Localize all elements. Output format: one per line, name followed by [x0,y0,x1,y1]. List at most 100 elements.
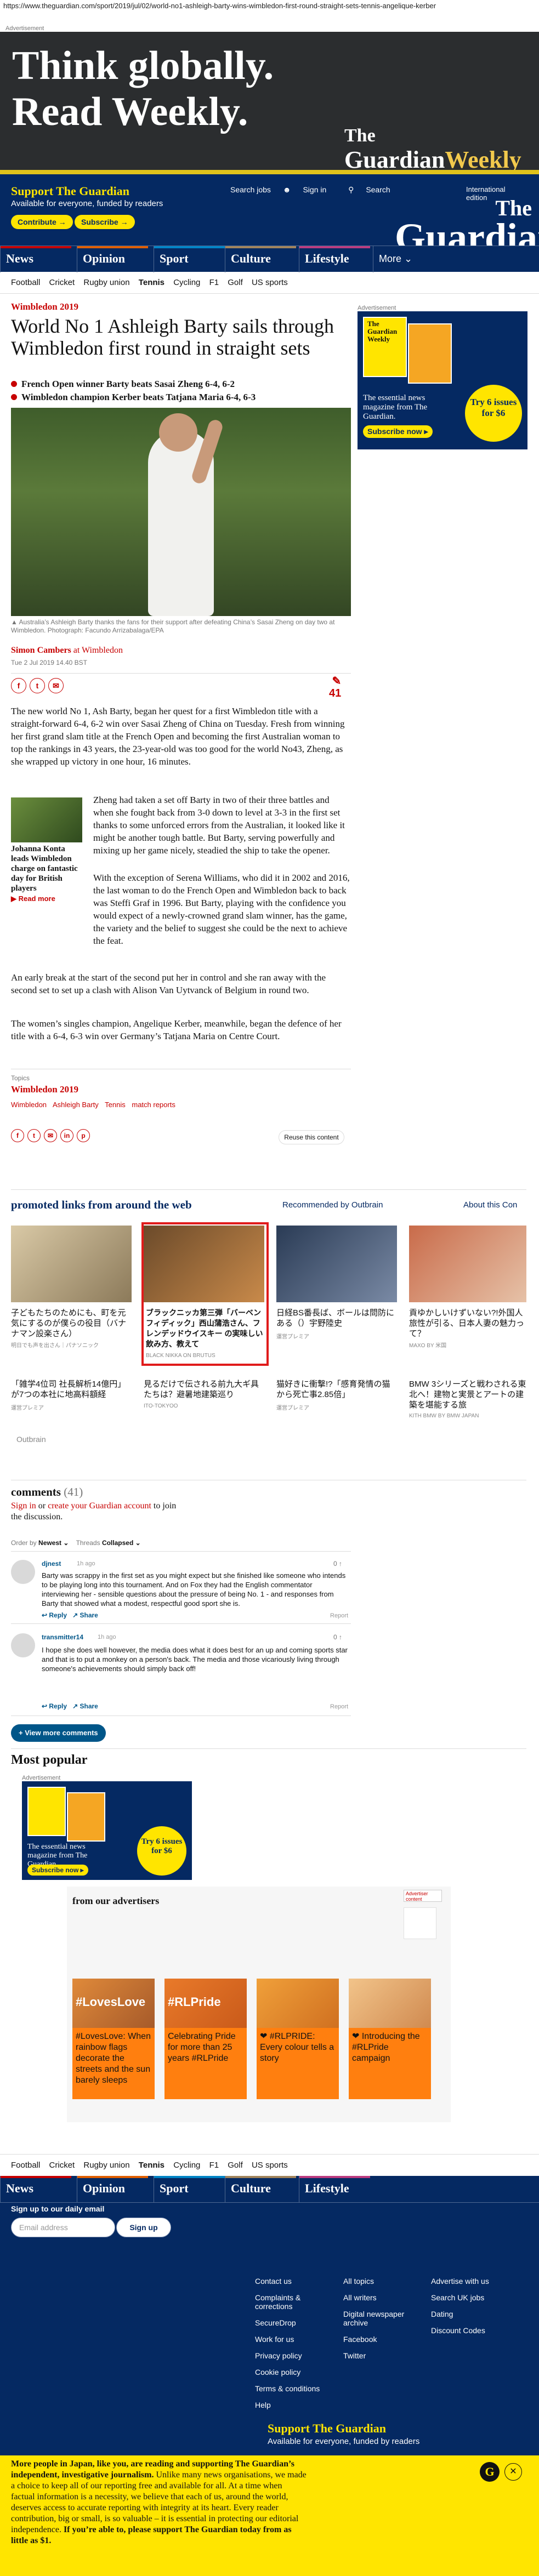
subnav-cricket[interactable]: Cricket [49,278,75,287]
report-link[interactable]: Report [330,1703,348,1710]
promo-link-7[interactable]: 猫好きに衝撃!?「感育発情の猫から死亡事2.85倍」 [276,1379,397,1400]
footer-link[interactable]: All writers [343,2293,420,2302]
most-popular-ad[interactable]: The essential news magazine from The Gua… [22,1781,192,1880]
subnav-golf[interactable]: Golf [228,278,243,287]
standfirst-item-1[interactable]: French Open winner Barty beats Sasai Zhe… [11,378,235,390]
comment-time[interactable]: 1h ago [98,1634,116,1640]
report-link[interactable]: Report [330,1612,348,1619]
promo-link-6[interactable]: 見るだけで伝される前九大ギ具たちは？避暑地建築巡り [144,1379,264,1400]
topic-tag[interactable]: Ashleigh Barty [53,1101,99,1109]
footer-link[interactable]: Privacy policy [255,2351,321,2360]
footer-nav-lifestyle[interactable]: Lifestyle [299,2176,370,2202]
twitter-share-icon[interactable]: t [30,678,45,693]
nav-lifestyle[interactable]: Lifestyle [299,246,370,272]
subnav-rugby-union[interactable]: Rugby union [83,2161,129,2170]
ad-subscribe-button[interactable]: Subscribe now ▸ [27,1865,88,1876]
subnav-cycling[interactable]: Cycling [173,2161,200,2170]
standfirst-item-2[interactable]: Wimbledon champion Kerber beats Tatjana … [11,391,256,403]
about-this-content[interactable]: About this Con [463,1200,517,1210]
footer-link[interactable]: Facebook [343,2335,420,2344]
footer-link[interactable]: Search UK jobs [431,2293,508,2302]
footer-link[interactable]: Complaints & corrections [255,2293,321,2311]
nav-opinion[interactable]: Opinion [77,246,148,272]
share-button[interactable]: ↗ Share [72,1702,98,1710]
footer-link[interactable]: Cookie policy [255,2368,321,2376]
close-icon[interactable]: ✕ [504,2463,522,2481]
topic-tag[interactable]: Tennis [105,1101,126,1109]
footer-link[interactable]: Help [255,2401,321,2409]
email-input[interactable]: Email address [11,2218,115,2237]
topic-tag[interactable]: Wimbledon [11,1101,47,1109]
promo-link-1[interactable]: 子どもたちのためにも、町を元気にするのが僕らの役目（バナナマン設楽さん） [11,1308,132,1339]
subnav-golf[interactable]: Golf [228,2161,243,2170]
ad-subscribe-button[interactable]: Subscribe now ▸ [363,425,433,438]
footer-link[interactable]: All topics [343,2277,420,2286]
nav-culture[interactable]: Culture [225,246,296,272]
subscribe-button[interactable]: Subscribe → [75,215,135,229]
footer-nav-news[interactable]: News [0,2176,71,2202]
recommend-button[interactable]: 0 ↑ [333,1633,342,1641]
promo-image-3[interactable] [276,1226,397,1302]
email-share-icon[interactable]: ✉ [48,678,64,693]
footer-link[interactable]: Contact us [255,2277,321,2286]
comment-username[interactable]: djnest [42,1560,61,1568]
footer-link[interactable]: SecureDrop [255,2318,321,2327]
right-ad[interactable]: The Guardian Weekly The essential news m… [358,311,527,449]
recommended-by-outbrain[interactable]: Recommended by Outbrain [282,1200,383,1210]
topic-tag[interactable]: match reports [132,1101,175,1109]
promo-link-4[interactable]: 貢ゆかしいけずいない?!外国人旅性が引る、日本人妻の魅力って？ [409,1308,526,1339]
reply-button[interactable]: ↩ Reply [42,1702,67,1710]
contribute-button[interactable]: Contribute → [11,215,73,229]
facebook-share-icon[interactable]: f [11,1129,24,1142]
footer-link[interactable]: Digital newspaper archive [343,2310,420,2327]
footer-link[interactable]: Terms & conditions [255,2384,321,2393]
linkedin-share-icon[interactable]: in [60,1129,73,1142]
outbrain-logo[interactable]: Outbrain [16,1435,46,1444]
subnav-us-sports[interactable]: US sports [252,2161,288,2170]
threads-select[interactable]: Collapsed ⌄ [102,1539,141,1547]
nav-more[interactable]: More ⌄ [373,246,428,272]
search-link[interactable]: ⚲ Search [348,185,400,194]
reuse-content-button[interactable]: Reuse this content [279,1130,344,1144]
subnav-cricket[interactable]: Cricket [49,2161,75,2170]
subnav-football[interactable]: Football [11,278,40,287]
comments-create-account-link[interactable]: create your Guardian account [48,1501,151,1511]
footer-nav-opinion[interactable]: Opinion [77,2176,148,2202]
footer-link[interactable]: Dating [431,2310,508,2318]
footer-nav-culture[interactable]: Culture [225,2176,296,2202]
byline[interactable]: Simon Cambers at Wimbledon [11,646,123,656]
promo-image-4[interactable] [409,1226,526,1302]
advertiser-card-2[interactable]: #RLPride Celebrating Pride for more than… [164,1979,247,2099]
subnav-f1[interactable]: F1 [209,278,219,287]
comments-signin-link[interactable]: Sign in [11,1501,36,1511]
sign-in-link[interactable]: ☻ Sign in [283,185,336,194]
pinterest-share-icon[interactable]: p [77,1129,90,1142]
twitter-share-icon[interactable]: t [27,1129,41,1142]
footer-link[interactable]: Twitter [343,2351,420,2360]
footer-link[interactable]: Advertise with us [431,2277,508,2286]
subnav-us-sports[interactable]: US sports [252,278,288,287]
address-bar[interactable]: https://www.theguardian.com/sport/2019/j… [0,0,539,24]
subnav-tennis[interactable]: Tennis [139,2161,164,2170]
subnav-f1[interactable]: F1 [209,2161,219,2170]
reply-button[interactable]: ↩ Reply [42,1611,67,1619]
nav-news[interactable]: News [0,246,71,272]
advertiser-card-4[interactable]: ❤ Introducing the #RLPride campaign [349,1979,431,2099]
search-jobs-link[interactable]: Search jobs [230,185,271,194]
subnav-tennis[interactable]: Tennis [139,278,164,287]
comment-username[interactable]: transmitter14 [42,1633,83,1641]
nav-sport[interactable]: Sport [154,246,225,272]
recommend-button[interactable]: 0 ↑ [333,1560,342,1568]
avatar[interactable] [11,1633,35,1657]
email-signup-button[interactable]: Sign up [116,2218,171,2237]
byline-author[interactable]: Simon Cambers [11,646,71,655]
order-by-select[interactable]: Newest ⌄ [38,1539,69,1547]
promo-link-5[interactable]: 「雑学4位司 社長解析14億円」が7つの本社に地高料額経 [11,1379,132,1400]
subnav-rugby-union[interactable]: Rugby union [83,278,129,287]
promo-link-3[interactable]: 日経BS番長ば、ボールは問防にある（）宇野陸史 [276,1308,397,1329]
share-button[interactable]: ↗ Share [72,1611,98,1619]
email-share-icon[interactable]: ✉ [44,1129,57,1142]
advertiser-logo[interactable] [404,1907,436,1939]
view-more-comments-button[interactable]: + View more comments [11,1724,106,1742]
related-read-more[interactable]: ▶ Read more [11,894,55,903]
